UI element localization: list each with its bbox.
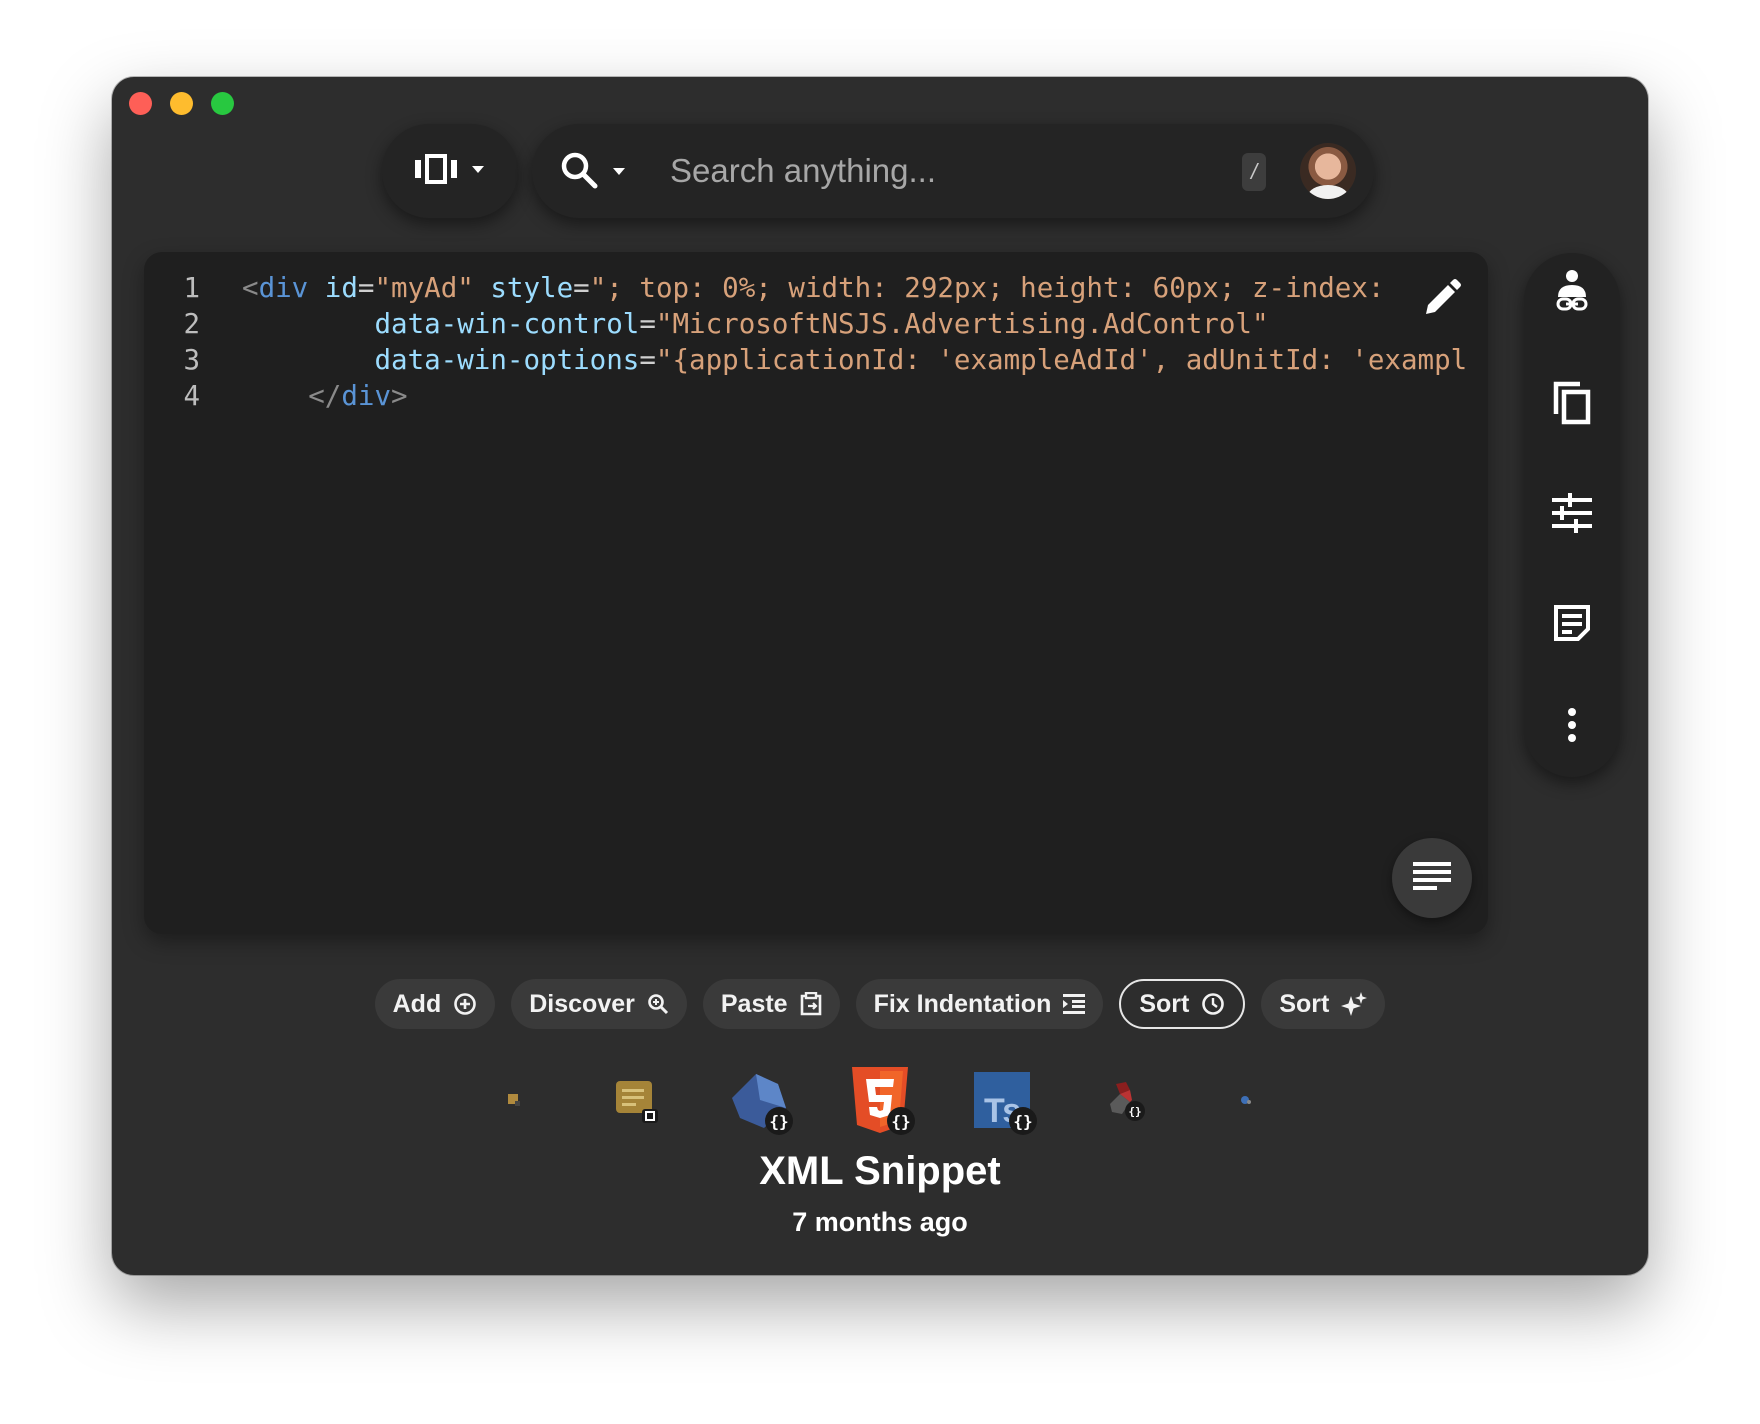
- sort-smart-button[interactable]: Sort: [1261, 979, 1386, 1029]
- shortcut-key-hint: /: [1242, 153, 1266, 191]
- code-badge: {}: [1125, 1101, 1145, 1121]
- code-text: </div>: [308, 380, 408, 412]
- format-button[interactable]: [1392, 838, 1472, 918]
- search-input[interactable]: Search anything...: [670, 148, 936, 194]
- indent-icon: [1063, 993, 1086, 1015]
- code-badge: {}: [765, 1107, 793, 1135]
- code-badge: {}: [1009, 1107, 1037, 1135]
- maximize-window-button[interactable]: [211, 92, 234, 115]
- carousel-view-icon: [415, 153, 457, 189]
- snippet-timestamp: 7 months ago: [792, 1207, 968, 1237]
- html5-icon[interactable]: {}: [841, 1061, 919, 1139]
- discover-button-label: Discover: [529, 989, 635, 1018]
- add-button[interactable]: Add: [374, 979, 496, 1029]
- copy-icon[interactable]: [1552, 381, 1592, 425]
- line-number: 1: [183, 272, 200, 304]
- code-text: data-win-control="MicrosoftNSJS.Advertis…: [374, 308, 1269, 340]
- tune-sliders-icon[interactable]: [1552, 493, 1592, 533]
- code-badge: {}: [887, 1107, 915, 1135]
- app-window: Search anything... / 1 <div id="myAd" sty…: [112, 77, 1648, 1275]
- search-bar[interactable]: Search anything... /: [532, 124, 1374, 218]
- add-button-label: Add: [392, 989, 442, 1018]
- sparkles-icon: [1341, 992, 1368, 1016]
- close-window-button[interactable]: [129, 92, 152, 115]
- code-line[interactable]: 4 </div>: [144, 378, 1467, 414]
- search-icon: [560, 151, 598, 194]
- related-apps-row: {} {} Ts {} {}: [112, 1061, 1648, 1139]
- sort-by-time-button-label: Sort: [1139, 989, 1190, 1018]
- code-text: data-win-options="{applicationId: 'examp…: [374, 344, 1468, 376]
- fix-indentation-button-label: Fix Indentation: [873, 989, 1052, 1018]
- search-zoom-icon: [647, 993, 669, 1015]
- line-number: 2: [183, 308, 200, 340]
- ruby-icon[interactable]: {}: [1085, 1061, 1163, 1139]
- typescript-icon[interactable]: Ts {}: [963, 1061, 1041, 1139]
- code-line[interactable]: 1 <div id="myAd" style="; top: 0%; width:…: [144, 270, 1467, 306]
- chevron-down-icon: [612, 164, 626, 182]
- dart-icon[interactable]: {}: [719, 1061, 797, 1139]
- code-line[interactable]: 2 data-win-control="MicrosoftNSJS.Advert…: [144, 306, 1467, 342]
- paste-clipboard-icon: [800, 992, 822, 1016]
- code-line[interactable]: 3 data-win-options="{applicationId: 'exa…: [144, 342, 1467, 378]
- line-number: 3: [183, 344, 200, 376]
- traffic-lights: [129, 92, 234, 115]
- sort-smart-button-label: Sort: [1279, 989, 1330, 1018]
- share-user-link-icon[interactable]: [1552, 270, 1592, 313]
- side-action-rail: [1524, 253, 1620, 777]
- format-lines-icon: [1413, 861, 1451, 895]
- chevron-down-icon: [471, 162, 485, 180]
- snippet-title: XML Snippet: [759, 1149, 1001, 1193]
- code-lines[interactable]: 1 <div id="myAd" style="; top: 0%; width:…: [144, 270, 1467, 414]
- paste-button-label: Paste: [720, 989, 788, 1018]
- add-circle-icon: [453, 992, 477, 1016]
- discover-button[interactable]: Discover: [511, 979, 687, 1029]
- notes-icon[interactable]: [1552, 603, 1592, 643]
- clock-icon: [1201, 992, 1225, 1016]
- avatar[interactable]: [1300, 143, 1356, 199]
- paste-button[interactable]: Paste: [702, 979, 840, 1029]
- fix-indentation-button[interactable]: Fix Indentation: [855, 979, 1104, 1029]
- action-chip-bar: Add Discover Paste Fix Indentation Sort: [112, 979, 1648, 1029]
- code-editor[interactable]: 1 <div id="myAd" style="; top: 0%; width:…: [144, 252, 1488, 934]
- line-number: 4: [183, 380, 200, 412]
- notes-app-icon[interactable]: [597, 1061, 675, 1139]
- more-vertical-icon[interactable]: [1552, 705, 1592, 745]
- small-blue-icon[interactable]: [1207, 1061, 1285, 1139]
- pencil-icon[interactable]: [1422, 278, 1462, 323]
- tiny-app-icon[interactable]: [475, 1061, 553, 1139]
- sort-by-time-button[interactable]: Sort: [1119, 979, 1246, 1029]
- search-mode-button[interactable]: [560, 151, 626, 194]
- code-text: <div id="myAd" style="; top: 0%; width: …: [242, 272, 1385, 304]
- view-switcher-button[interactable]: [382, 124, 518, 218]
- minimize-window-button[interactable]: [170, 92, 193, 115]
